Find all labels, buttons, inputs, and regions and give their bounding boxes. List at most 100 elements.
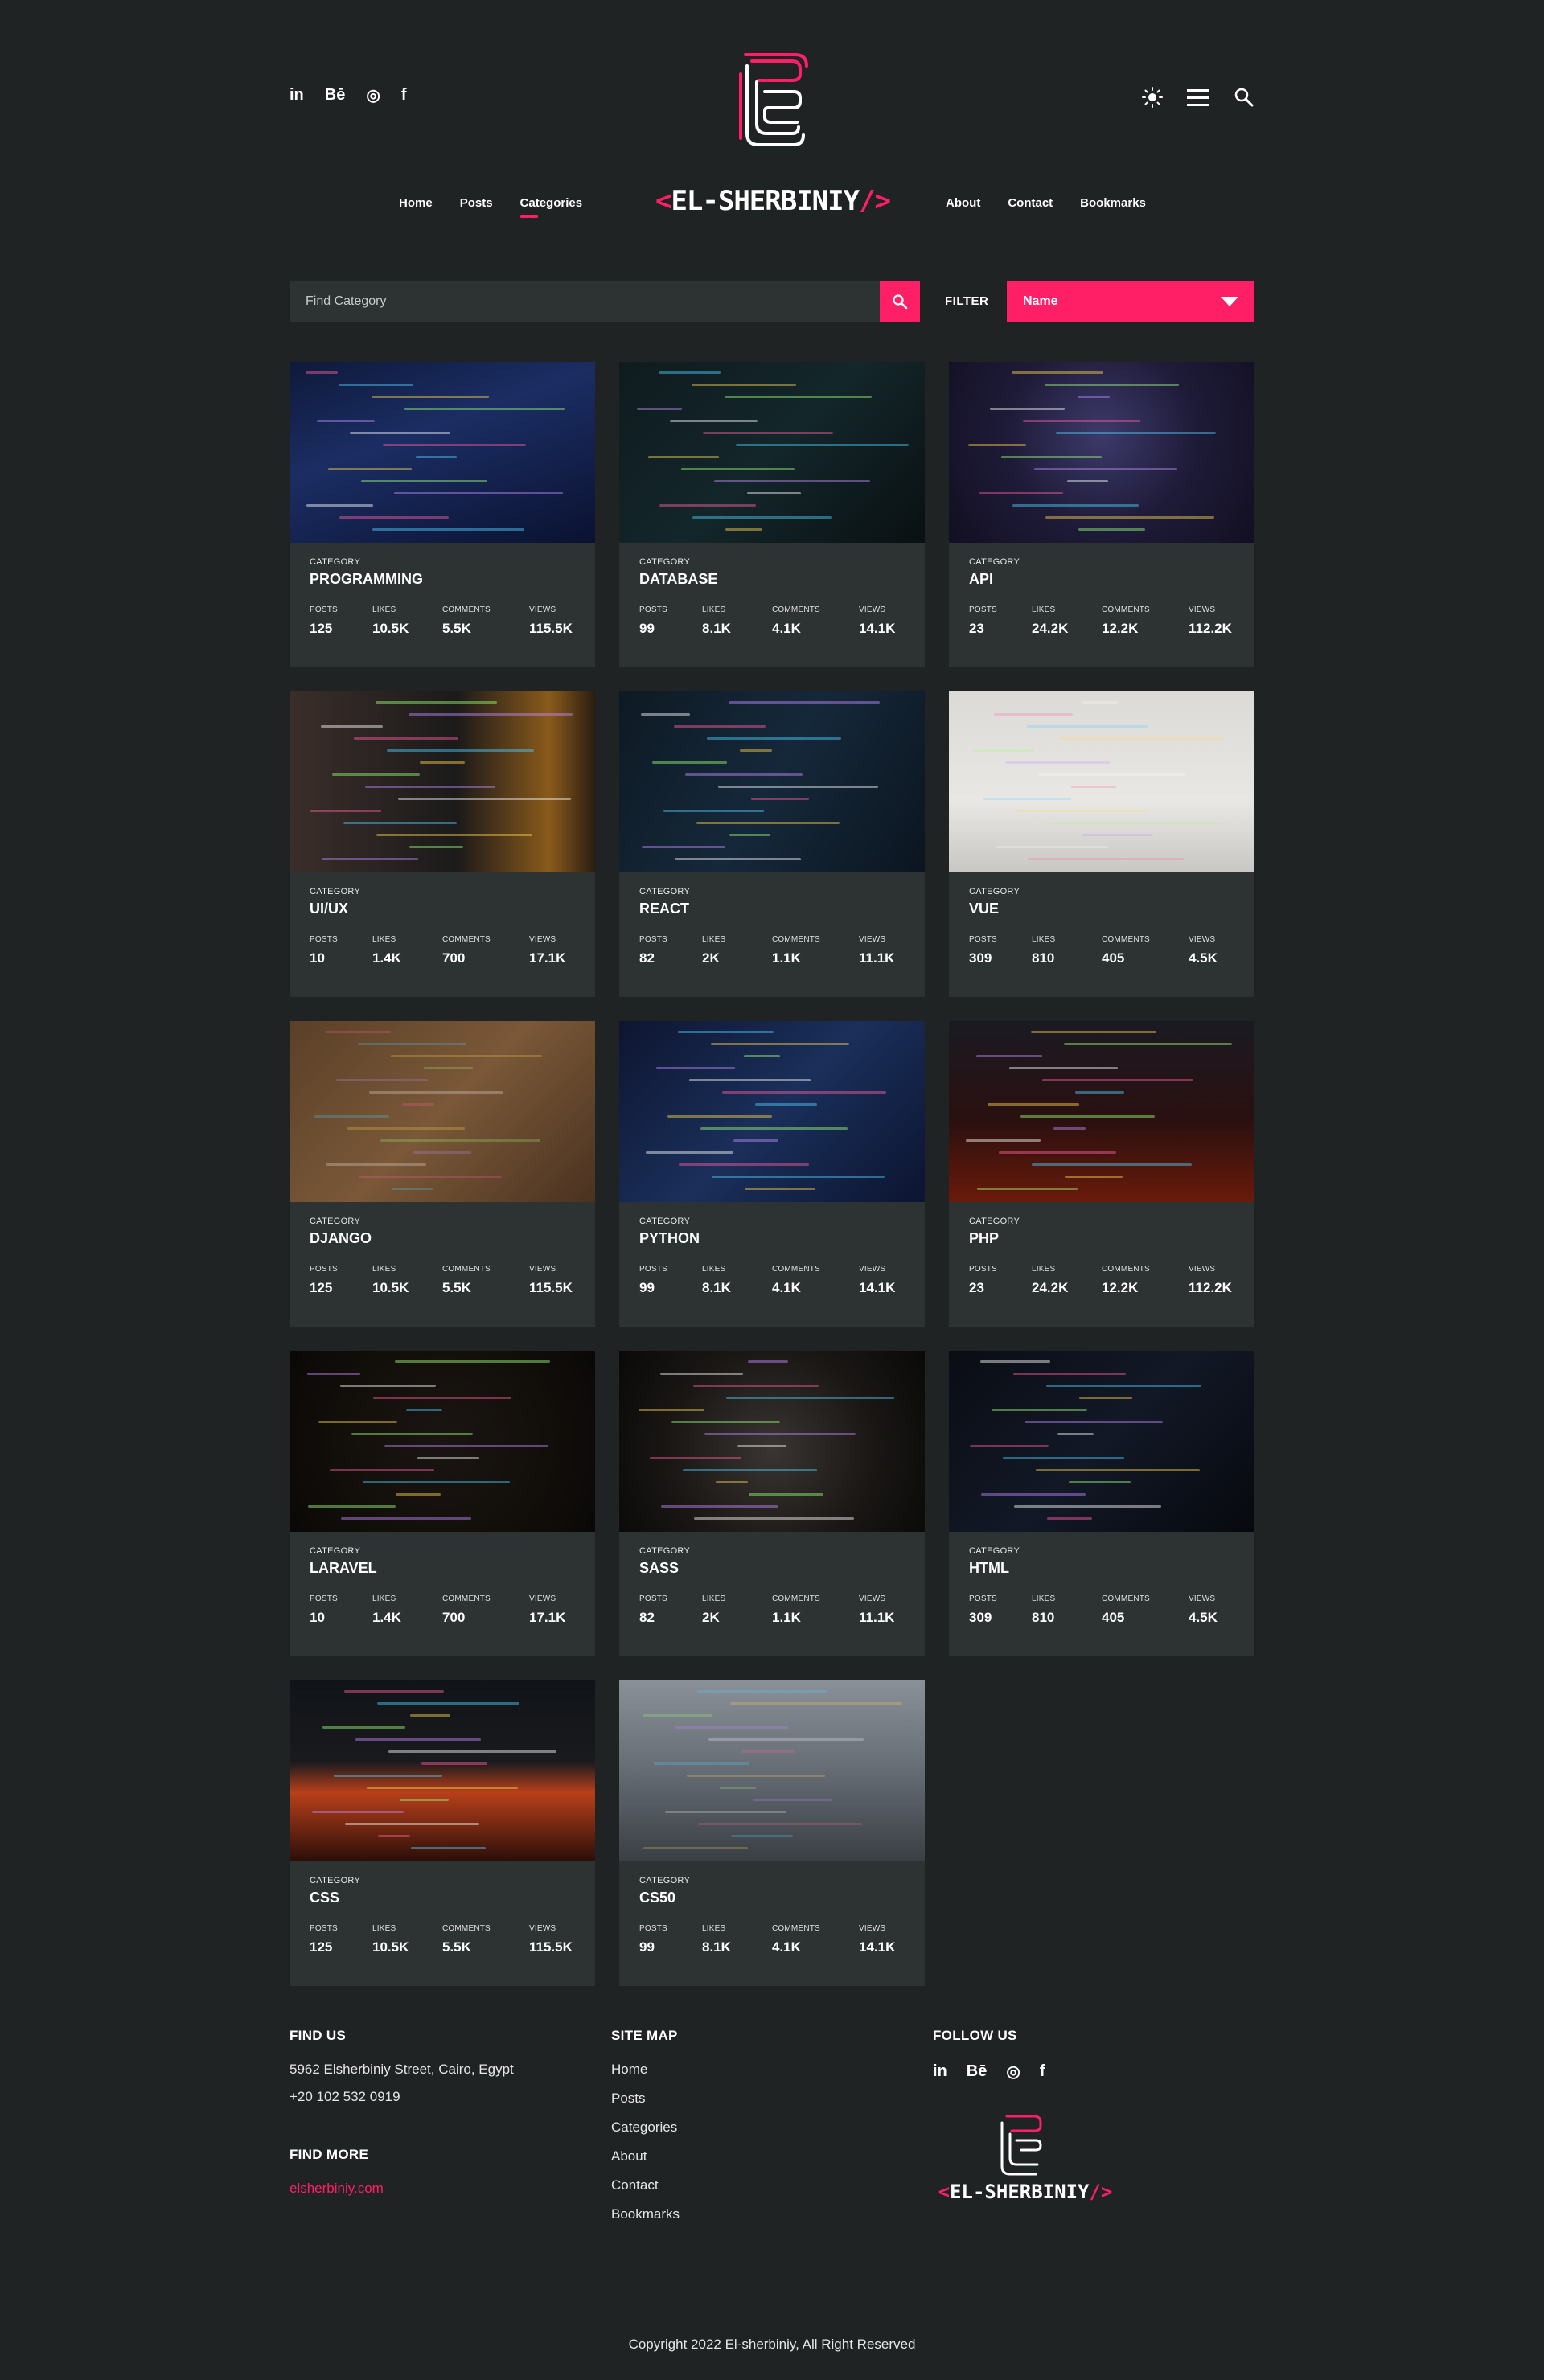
category-card[interactable]: CATEGORY UI/UX POSTS 10 LIKES 1.4K COMMENT… (290, 691, 595, 997)
theme-toggle-icon[interactable] (1142, 87, 1163, 108)
decorative-code-line (1038, 774, 1185, 776)
nav-about[interactable]: About (946, 196, 980, 210)
search-icon[interactable] (1234, 87, 1254, 108)
category-card[interactable]: CATEGORY PYTHON POSTS 99 LIKES 8.1K COMMEN… (619, 1021, 925, 1327)
nav-contact[interactable]: Contact (1008, 196, 1053, 210)
category-thumbnail[interactable] (290, 691, 595, 872)
stat-value: 115.5K (529, 1939, 573, 1955)
category-thumbnail[interactable] (290, 1351, 595, 1532)
decorative-code-line (373, 1397, 511, 1399)
category-name[interactable]: SASS (639, 1560, 905, 1577)
filter-label: FILTER (945, 294, 989, 308)
nav-categories[interactable]: Categories (519, 196, 582, 218)
dribbble-icon[interactable]: ◎ (366, 85, 380, 105)
category-card[interactable]: CATEGORY SASS POSTS 82 LIKES 2K COMMENTS 1.… (619, 1351, 925, 1656)
stat-value: 2K (702, 950, 720, 966)
linkedin-icon[interactable]: in (933, 2062, 947, 2081)
category-name[interactable]: LARAVEL (310, 1560, 575, 1577)
footer-link-home[interactable]: Home (611, 2062, 680, 2078)
stat-label: LIKES (702, 605, 726, 614)
filter-dropdown[interactable]: Name (1007, 281, 1254, 322)
category-thumbnail[interactable] (619, 362, 925, 543)
category-thumbnail[interactable] (949, 691, 1254, 872)
linkedin-icon[interactable]: in (290, 86, 304, 105)
category-name[interactable]: PYTHON (639, 1230, 905, 1247)
stat-label: VIEWS (529, 935, 556, 944)
footer-link-posts[interactable]: Posts (611, 2091, 680, 2107)
stat-value: 4.1K (772, 1280, 801, 1295)
nav-posts[interactable]: Posts (460, 196, 493, 210)
category-card[interactable]: CATEGORY DJANGO POSTS 125 LIKES 10.5K COMM… (290, 1021, 595, 1327)
category-stats: POSTS 99 LIKES 8.1K COMMENTS 4.1K VIEWS 14.1… (639, 1924, 905, 1955)
category-name[interactable]: UI/UX (310, 901, 575, 917)
category-name[interactable]: REACT (639, 901, 905, 917)
category-card[interactable]: CATEGORY CS50 POSTS 99 LIKES 8.1K COMMENTS… (619, 1680, 925, 1986)
stat-value: 23 (969, 621, 984, 636)
brand-name: EL-SHERBINIY (671, 185, 860, 217)
category-name[interactable]: HTML (969, 1560, 1234, 1577)
stat-label: COMMENTS (442, 605, 491, 614)
stat-value: 1.1K (772, 950, 801, 966)
footer-link-about[interactable]: About (611, 2148, 680, 2165)
find-category-input[interactable] (290, 281, 880, 322)
category-card[interactable]: CATEGORY DATABASE POSTS 99 LIKES 8.1K COMM… (619, 362, 925, 667)
category-thumbnail[interactable] (290, 1680, 595, 1861)
category-card[interactable]: CATEGORY CSS POSTS 125 LIKES 10.5K COMMENT… (290, 1680, 595, 1986)
search-button[interactable] (880, 281, 920, 322)
decorative-code-line (391, 1055, 542, 1057)
category-card[interactable]: CATEGORY PROGRAMMING POSTS 125 LIKES 10.5K… (290, 362, 595, 667)
category-name[interactable]: VUE (969, 901, 1234, 917)
stat-likes: LIKES 810 (1032, 1594, 1102, 1626)
category-card-body: CATEGORY UI/UX POSTS 10 LIKES 1.4K COMMENT… (290, 872, 595, 966)
facebook-icon[interactable]: f (1040, 2062, 1045, 2081)
footer-link-contact[interactable]: Contact (611, 2177, 680, 2193)
brand-wordmark[interactable]: < EL-SHERBINIY /> (640, 183, 905, 219)
footer-logo[interactable]: <EL-SHERBINIY/> (933, 2108, 1118, 2205)
category-name[interactable]: CSS (310, 1890, 575, 1906)
category-name[interactable]: CS50 (639, 1890, 905, 1906)
stat-value: 309 (969, 950, 992, 966)
category-card[interactable]: CATEGORY PHP POSTS 23 LIKES 24.2K COMMENTS… (949, 1021, 1254, 1327)
category-thumbnail[interactable] (949, 362, 1254, 543)
category-name[interactable]: DJANGO (310, 1230, 575, 1247)
logo-mark[interactable] (736, 50, 808, 150)
category-name[interactable]: API (969, 571, 1234, 588)
category-thumbnail[interactable] (290, 362, 595, 543)
nav-bookmarks[interactable]: Bookmarks (1080, 196, 1146, 210)
behance-icon[interactable]: Bē (967, 2062, 988, 2081)
stat-views: VIEWS 14.1K (859, 1924, 895, 1955)
decorative-code-line (388, 1750, 556, 1753)
stat-comments: COMMENTS 700 (442, 935, 529, 966)
footer-link-bookmarks[interactable]: Bookmarks (611, 2206, 680, 2222)
category-name[interactable]: PHP (969, 1230, 1234, 1247)
decorative-code-line (1034, 468, 1177, 470)
category-thumbnail[interactable] (949, 1021, 1254, 1202)
decorative-code-line (990, 408, 1065, 410)
category-card[interactable]: CATEGORY VUE POSTS 309 LIKES 810 COMMENTS 4… (949, 691, 1254, 997)
decorative-code-line (1075, 1091, 1124, 1094)
category-thumbnail[interactable] (619, 1021, 925, 1202)
category-card[interactable]: CATEGORY API POSTS 23 LIKES 24.2K COMMENTS… (949, 362, 1254, 667)
category-thumbnail[interactable] (949, 1351, 1254, 1532)
footer-website-link[interactable]: elsherbiniy.com (290, 2181, 514, 2197)
dribbble-icon[interactable]: ◎ (1006, 2062, 1020, 2082)
category-thumbnail[interactable] (619, 1680, 925, 1861)
footer-link-categories[interactable]: Categories (611, 2119, 680, 2136)
category-card[interactable]: CATEGORY REACT POSTS 82 LIKES 2K COMMENTS 1… (619, 691, 925, 997)
decorative-code-line (983, 798, 1071, 800)
decorative-code-line (730, 1702, 902, 1705)
nav-home[interactable]: Home (399, 196, 433, 210)
category-stats: POSTS 125 LIKES 10.5K COMMENTS 5.5K VIEWS 11… (310, 605, 575, 637)
behance-icon[interactable]: Bē (325, 86, 346, 105)
stat-views: VIEWS 17.1K (529, 1594, 565, 1626)
category-card[interactable]: CATEGORY LARAVEL POSTS 10 LIKES 1.4K COMME… (290, 1351, 595, 1656)
menu-icon[interactable] (1187, 88, 1209, 107)
category-name[interactable]: PROGRAMMING (310, 571, 575, 588)
category-card[interactable]: CATEGORY HTML POSTS 309 LIKES 810 COMMENTS… (949, 1351, 1254, 1656)
category-thumbnail[interactable] (619, 1351, 925, 1532)
stat-value: 11.1K (859, 1610, 895, 1625)
category-name[interactable]: DATABASE (639, 571, 905, 588)
category-thumbnail[interactable] (619, 691, 925, 872)
facebook-icon[interactable]: f (401, 86, 407, 105)
category-thumbnail[interactable] (290, 1021, 595, 1202)
